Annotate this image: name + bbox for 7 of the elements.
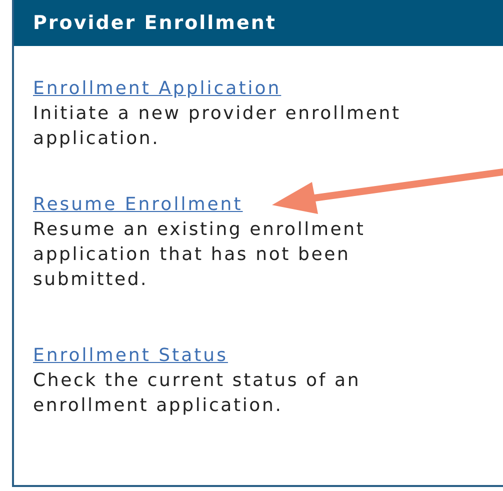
panel-title: Provider Enrollment — [33, 12, 276, 34]
enrollment-link[interactable]: Enrollment Status — [33, 345, 228, 366]
link-description: Check the current status of an enrollment application. — [33, 369, 362, 418]
enrollment-link[interactable]: Resume Enrollment — [33, 194, 243, 215]
link-description: Initiate a new provider enrollment application. — [33, 102, 402, 151]
link-description: Resume an existing enrollment application that has not been submitted. — [33, 218, 366, 292]
enrollment-link[interactable]: Enrollment Application — [33, 78, 282, 99]
